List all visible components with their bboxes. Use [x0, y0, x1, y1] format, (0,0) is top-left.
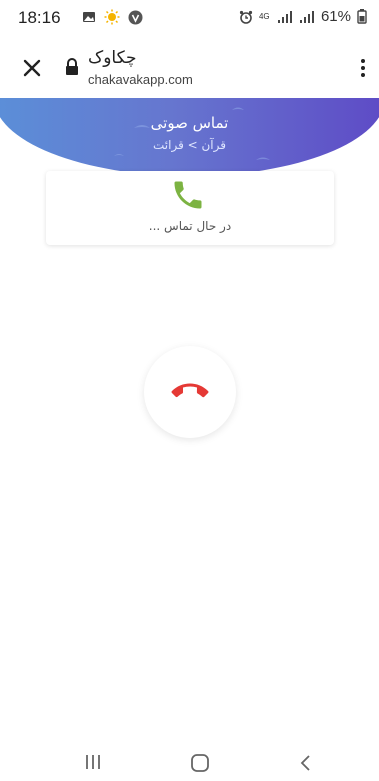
back-icon[interactable]	[298, 753, 314, 773]
recents-icon[interactable]	[83, 753, 103, 771]
browser-bar: چکاوک chakavakapp.com	[0, 36, 379, 98]
app-notification-icon	[128, 10, 143, 24]
battery-icon	[357, 9, 367, 24]
call-card: در حال تماس ...	[46, 171, 334, 245]
screen: 18:16 4G 61% چکاوک chakavakapp.com تماس …	[0, 0, 379, 781]
breadcrumb[interactable]: قرآن > قرائت	[0, 138, 379, 152]
site-title: چکاوک	[88, 48, 137, 68]
hangup-button[interactable]	[144, 346, 236, 438]
network-type: 4G	[258, 11, 270, 21]
home-icon[interactable]	[190, 753, 210, 773]
battery-percentage: 61%	[320, 8, 351, 25]
signal-icon-2	[299, 10, 314, 23]
system-nav-bar	[0, 741, 379, 781]
more-vert-icon[interactable]	[359, 58, 367, 78]
lock-icon	[66, 58, 78, 75]
status-bar: 18:16 4G 61%	[0, 0, 379, 36]
birds-decoration	[114, 107, 270, 160]
page-title: تماس صوتی	[150, 114, 229, 132]
status-icons-left	[82, 9, 143, 25]
weather-icon	[104, 9, 120, 25]
status-time: 18:16	[18, 8, 61, 27]
header-background: تماس صوتی قرآن > قرائت	[0, 98, 379, 176]
alarm-icon	[239, 10, 253, 24]
status-icons-right: 4G 61%	[239, 8, 367, 25]
site-url: chakavakapp.com	[88, 72, 193, 87]
header: تماس صوتی قرآن > قرائت	[0, 98, 379, 178]
close-icon[interactable]	[20, 56, 44, 80]
phone-icon	[174, 181, 202, 209]
signal-icon	[277, 10, 292, 23]
gallery-icon	[83, 12, 95, 22]
call-status: در حال تماس ...	[148, 219, 232, 233]
hangup-icon	[171, 383, 209, 398]
